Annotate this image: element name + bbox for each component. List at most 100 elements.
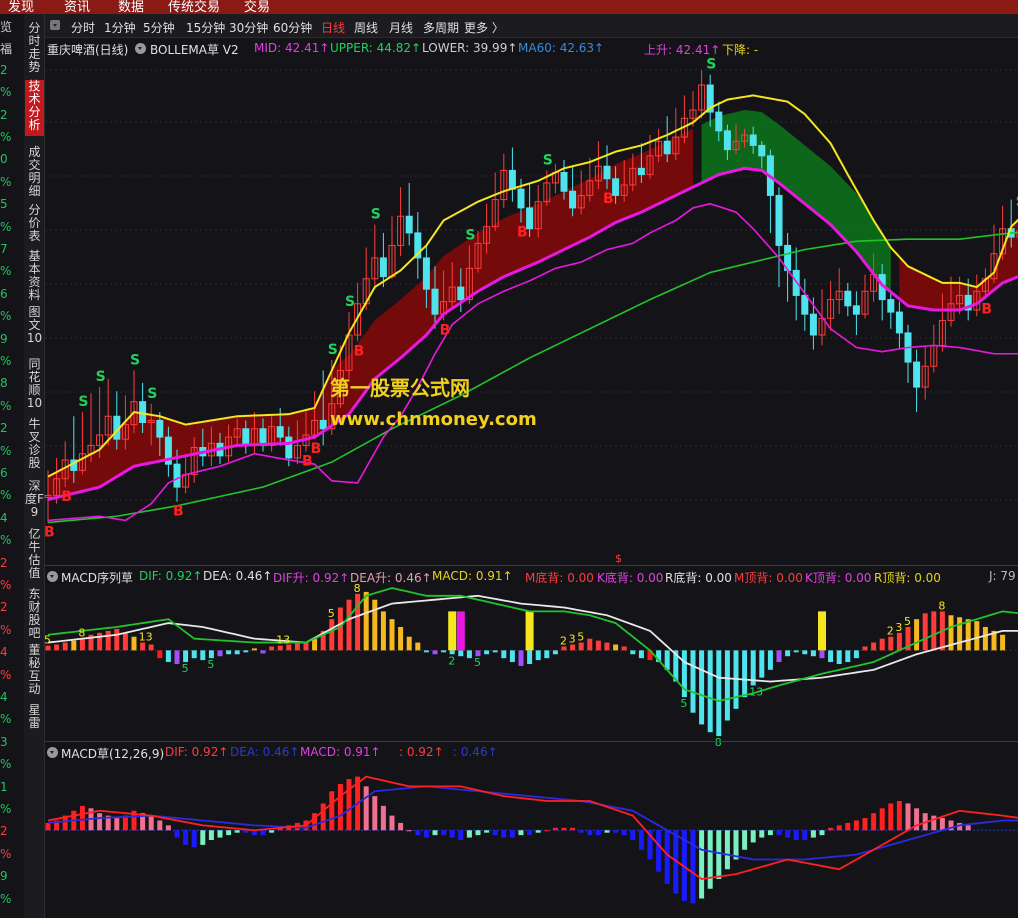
candle-body xyxy=(801,294,809,315)
candle-body xyxy=(809,313,817,336)
macd-bar xyxy=(552,827,558,831)
candle-body xyxy=(887,299,895,313)
macd-series-bar xyxy=(828,650,834,663)
macd-series-bar xyxy=(587,638,593,651)
macd-bar xyxy=(208,830,214,840)
macd-series-bar xyxy=(785,650,791,657)
signal-label-S: S xyxy=(465,227,475,243)
main-panel-value: MID: 42.41↑ xyxy=(254,41,330,55)
macd-series-bar xyxy=(552,650,558,655)
macd-series-bar xyxy=(724,650,730,721)
macd-bar xyxy=(243,830,249,833)
macd-series-bar xyxy=(810,650,816,657)
macd-series-bar xyxy=(165,650,171,663)
macd2-panel-value: DIF: 0.92↑ xyxy=(165,745,229,759)
macd-series-bar xyxy=(853,650,859,659)
macd-bar xyxy=(337,783,343,831)
macd-panel-value: K底背: 0.00 xyxy=(597,571,664,585)
main-panel-value: LOWER: 39.99↑ xyxy=(422,41,518,55)
macd-series-bar xyxy=(896,632,902,651)
watermark-title: 第一股票公式网 xyxy=(330,376,470,400)
macd-series-bar xyxy=(974,621,980,651)
macd-panel-value: M顶背: 0.00 xyxy=(734,571,803,585)
macd-series-bar xyxy=(346,599,352,651)
macd-bar xyxy=(742,830,748,850)
macd-series-bar xyxy=(148,644,154,651)
macd-bar xyxy=(690,830,696,904)
candle-body xyxy=(422,257,430,290)
macd-menu-icon[interactable] xyxy=(47,747,58,758)
macd-bar xyxy=(423,830,429,838)
macd-series-bar xyxy=(294,642,300,651)
macd-bar xyxy=(888,803,894,831)
macd-bar xyxy=(802,830,808,840)
chart-canvas[interactable]: BBSSSSBBBSSBSBSBSBSSB5813551358252355813… xyxy=(0,0,1018,918)
macd-series-header: MACD序列草 DIF: 0.92↑ DEA: 0.46↑ DIF升: 0.92↑ DE… xyxy=(45,566,1018,586)
macd-count-label: 2 xyxy=(887,625,894,638)
candle-body xyxy=(663,140,671,155)
macd-bar xyxy=(638,830,644,850)
signal-label-S: S xyxy=(371,207,381,223)
macd-panel-value: M底背: 0.00 xyxy=(525,571,594,585)
macd-series-bar xyxy=(114,628,120,651)
macd-bar xyxy=(329,791,335,831)
macd-bar xyxy=(793,830,799,840)
signal-label-B: B xyxy=(311,441,322,457)
indicator-menu-icon[interactable] xyxy=(135,43,146,54)
macd-bar xyxy=(836,825,842,831)
macd-series-bar xyxy=(845,650,851,663)
macd-header: MACD草(12,26,9) DIF: 0.92↑ DEA: 0.46↑ MACD: … xyxy=(45,742,1018,762)
macd-series-bar xyxy=(191,650,197,659)
candle-body xyxy=(775,194,783,246)
macd-series-bar xyxy=(871,642,877,651)
signal-label-S: S xyxy=(706,57,716,73)
macd-series-bar xyxy=(208,650,214,659)
macd-bar xyxy=(630,830,636,840)
macd-bar xyxy=(527,830,533,836)
macd-series-bar xyxy=(269,646,275,651)
macd-series-bar xyxy=(759,650,765,678)
main-panel-value: MA60: 42.63↑ xyxy=(518,41,605,55)
macd-series-bar xyxy=(578,642,584,651)
signal-label-S: S xyxy=(147,386,157,402)
macd-count-label: 5 xyxy=(904,615,911,628)
macd-series-bar xyxy=(260,650,266,654)
macd-bar xyxy=(871,813,877,831)
macd-bar xyxy=(45,822,51,831)
candle-body xyxy=(844,290,852,307)
candle-body xyxy=(895,311,903,334)
macd-bar xyxy=(535,830,541,833)
macd-bar xyxy=(484,830,490,833)
macd-series-bar xyxy=(638,650,644,659)
macd-bar xyxy=(97,813,103,831)
macd-bar xyxy=(931,815,937,831)
macd-series-bar xyxy=(234,650,240,655)
signal-label-S: S xyxy=(130,352,140,368)
macd-series-bar xyxy=(389,619,395,651)
macd-bar xyxy=(432,830,438,836)
main-panel-value: BOLLEMA草 V2 xyxy=(150,43,239,57)
signal-label-B: B xyxy=(173,504,184,520)
macd-bar xyxy=(191,830,197,848)
macd-series-menu-icon[interactable] xyxy=(47,571,58,582)
macd-series-bar xyxy=(802,650,808,655)
macd-panel-value: DEA: 0.46↑ xyxy=(203,569,273,583)
macd-series-bar xyxy=(71,640,77,651)
candle-body xyxy=(913,361,921,388)
macd-bar xyxy=(544,830,550,832)
candle-body xyxy=(276,426,284,438)
signal-label-S: S xyxy=(96,369,106,385)
macd-count-label: 5 xyxy=(680,697,687,710)
macd-series-bar xyxy=(630,650,636,655)
macd-panel-value: MACD: 0.91↑ xyxy=(432,569,513,583)
macd-bar xyxy=(226,830,232,836)
macd-series-bar xyxy=(415,642,421,651)
signal-label-S: S xyxy=(345,294,355,310)
macd-bar xyxy=(724,830,730,870)
macd-signal-bar xyxy=(448,611,457,651)
macd2-panel-value: MACD: 0.91↑ xyxy=(300,745,381,759)
candle-body xyxy=(457,286,465,301)
macd-series-bar xyxy=(1000,634,1006,651)
main-panel-header: 重庆啤酒(日线) BOLLEMA草 V2 MID: 42.41↑ UPPER: 44.… xyxy=(45,38,1018,58)
macd-bar xyxy=(372,796,378,831)
